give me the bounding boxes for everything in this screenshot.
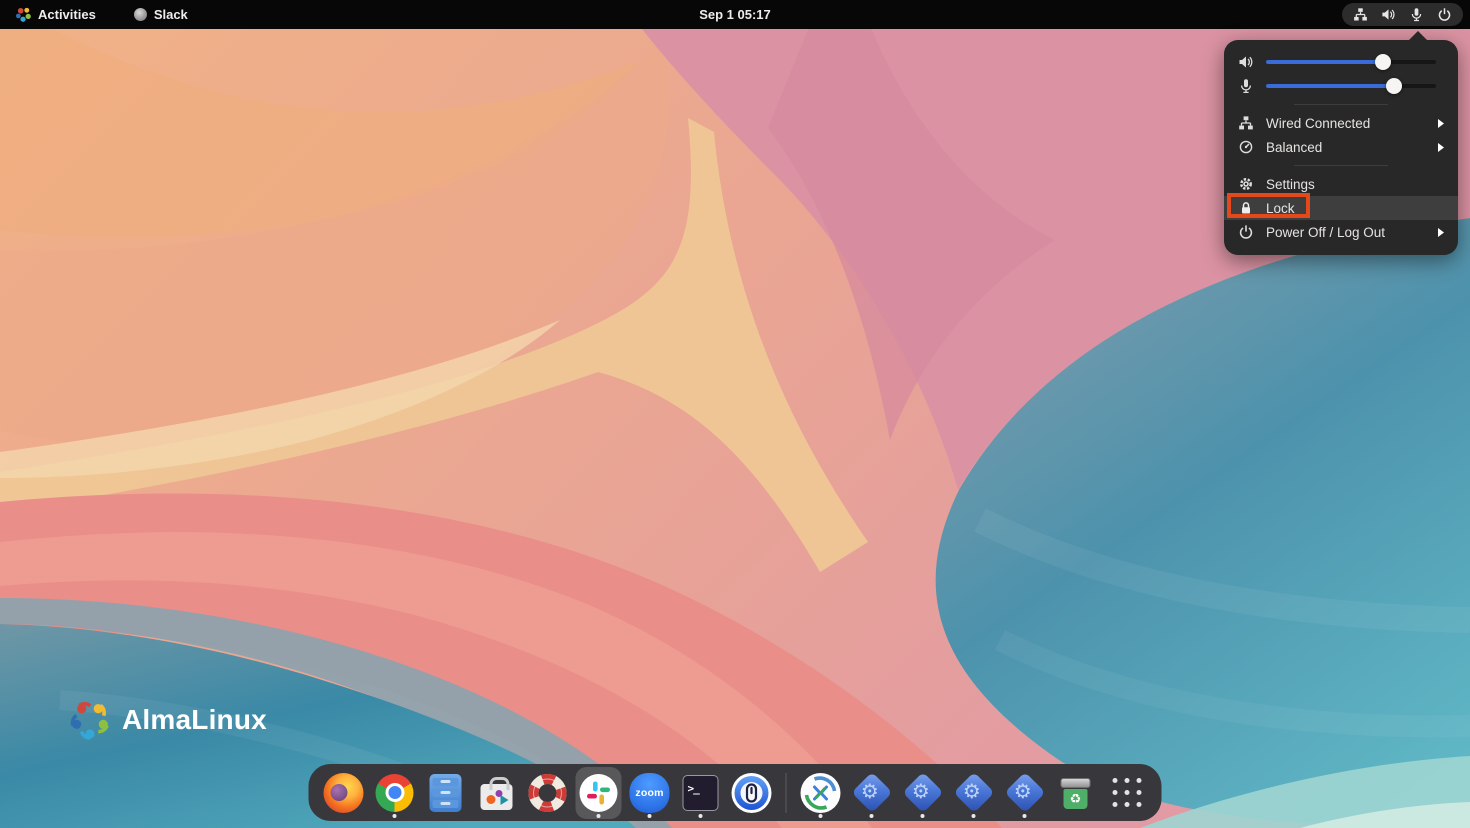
dock-files[interactable] <box>423 767 469 819</box>
microphone-icon <box>1409 7 1424 22</box>
menu-item-label: Lock <box>1266 201 1444 216</box>
terminal-prompt-text: >_ <box>688 782 699 795</box>
file-cabinet-icon <box>430 774 462 812</box>
dock-1password[interactable] <box>729 767 775 819</box>
network-wired-icon <box>1353 7 1368 22</box>
menu-item-power-profile[interactable]: Balanced <box>1224 135 1458 159</box>
terminal-icon: >_ <box>683 775 719 811</box>
top-bar: Activities Slack Sep 1 05:17 <box>0 0 1470 29</box>
power-icon <box>1238 224 1254 240</box>
activities-label: Activities <box>38 7 96 22</box>
volume-icon <box>1381 7 1396 22</box>
executable-diamond-icon: ⚙ <box>902 772 943 813</box>
lock-icon <box>1238 200 1254 216</box>
dock-help[interactable] <box>525 767 571 819</box>
speaker-icon <box>1238 54 1254 70</box>
lifebuoy-icon <box>528 773 568 813</box>
menu-item-wired-connected[interactable]: Wired Connected <box>1224 111 1458 135</box>
dock-terminal[interactable]: >_ <box>678 767 724 819</box>
chevron-right-icon <box>1438 228 1444 237</box>
chrome-icon <box>376 774 414 812</box>
brand-name: AlmaLinux <box>122 704 267 736</box>
volume-slider-track[interactable] <box>1266 60 1436 64</box>
menu-item-label: Power Off / Log Out <box>1266 225 1426 240</box>
gear-icon <box>1238 176 1254 192</box>
executable-diamond-icon: ⚙ <box>1004 772 1045 813</box>
1password-icon <box>732 773 772 813</box>
menu-separator <box>1294 165 1388 166</box>
system-menu: Wired Connected Balanced Settings <box>1224 40 1458 255</box>
menu-separator <box>1294 104 1388 105</box>
zoom-icon-text: zoom <box>635 787 663 799</box>
dock-zoom[interactable]: zoom <box>627 767 673 819</box>
microphone-slider-track[interactable] <box>1266 84 1436 88</box>
software-bag-icon <box>481 784 513 810</box>
microphone-icon <box>1238 78 1254 94</box>
distro-logo-icon <box>16 7 31 22</box>
dock-remote-desktop[interactable] <box>798 767 844 819</box>
volume-slider[interactable] <box>1224 50 1458 74</box>
firefox-icon <box>324 773 364 813</box>
zoom-icon: zoom <box>630 773 670 813</box>
dock-app-grid[interactable] <box>1104 767 1150 819</box>
app-indicator-slack[interactable]: Slack <box>128 0 194 29</box>
dock-software[interactable] <box>474 767 520 819</box>
dock-slack[interactable] <box>576 767 622 819</box>
power-profile-icon <box>1238 139 1254 155</box>
menu-item-label: Settings <box>1266 177 1444 192</box>
remote-desktop-icon <box>801 773 841 813</box>
microphone-slider[interactable] <box>1224 74 1458 98</box>
volume-slider-knob[interactable] <box>1375 54 1391 70</box>
trash-icon: ♻ <box>1061 778 1091 809</box>
dock-trash[interactable]: ♻ <box>1053 767 1099 819</box>
desktop: Activities Slack Sep 1 05:17 <box>0 0 1470 828</box>
app-grid-icon <box>1112 778 1141 807</box>
microphone-slider-knob[interactable] <box>1386 78 1402 94</box>
system-tray-button[interactable] <box>1342 3 1463 26</box>
dock-generic-app-2[interactable]: ⚙ <box>900 767 946 819</box>
power-icon <box>1437 7 1452 22</box>
chevron-right-icon <box>1438 143 1444 152</box>
almalinux-logo-icon <box>68 698 112 742</box>
clock[interactable]: Sep 1 05:17 <box>699 7 771 22</box>
executable-diamond-icon: ⚙ <box>953 772 994 813</box>
app-indicator-label: Slack <box>154 7 188 22</box>
wallpaper-brand: AlmaLinux <box>68 698 267 742</box>
dock-generic-app-1[interactable]: ⚙ <box>849 767 895 819</box>
popover-arrow <box>1408 31 1428 41</box>
menu-item-lock[interactable]: Lock <box>1224 196 1458 220</box>
dock-separator <box>786 773 787 813</box>
dock-firefox[interactable] <box>321 767 367 819</box>
menu-item-label: Wired Connected <box>1266 116 1426 131</box>
network-wired-icon <box>1238 115 1254 131</box>
executable-diamond-icon: ⚙ <box>851 772 892 813</box>
dock-generic-app-3[interactable]: ⚙ <box>951 767 997 819</box>
dock-chrome[interactable] <box>372 767 418 819</box>
menu-item-settings[interactable]: Settings <box>1224 172 1458 196</box>
slack-indicator-icon <box>134 8 147 21</box>
menu-item-label: Balanced <box>1266 140 1426 155</box>
menu-item-power-off-log-out[interactable]: Power Off / Log Out <box>1224 220 1458 244</box>
slack-icon <box>580 774 618 812</box>
dock-generic-app-4[interactable]: ⚙ <box>1002 767 1048 819</box>
chevron-right-icon <box>1438 119 1444 128</box>
dock: zoom >_ <box>309 764 1162 821</box>
activities-button[interactable]: Activities <box>10 0 102 29</box>
